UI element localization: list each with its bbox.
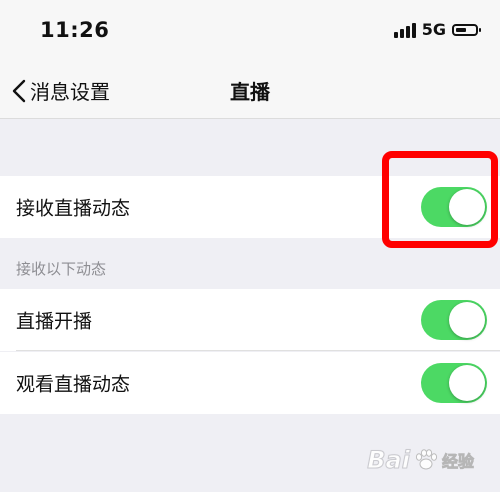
paw-icon: [415, 449, 438, 470]
header-area: 11:26 5G 直播 消息设置: [0, 0, 500, 119]
back-label: 消息设置: [30, 80, 110, 104]
network-type: 5G: [421, 20, 446, 39]
row-divider: [16, 350, 500, 351]
setting-row-live-start: 直播开播: [0, 289, 500, 351]
live-start-toggle[interactable]: [421, 300, 487, 340]
setting-label: 直播开播: [16, 310, 93, 333]
status-time: 11:26: [40, 18, 110, 42]
setting-label: 观看直播动态: [16, 373, 131, 396]
watermark-brand: Bai: [367, 446, 411, 475]
watch-live-toggle[interactable]: [421, 363, 487, 403]
section-header: 接收以下动态: [16, 260, 107, 278]
setting-label: 接收直播动态: [16, 197, 131, 220]
signal-icon: [393, 22, 416, 38]
watermark: Bai 经验: [367, 446, 475, 475]
back-button[interactable]: 消息设置: [12, 76, 110, 105]
battery-icon: [452, 23, 481, 36]
status-indicators: 5G: [393, 20, 481, 39]
setting-row-watch-live: 观看直播动态: [0, 352, 500, 414]
chevron-left-icon: [12, 79, 26, 103]
toggle-knob: [449, 365, 485, 401]
highlight-annotation: [382, 151, 498, 248]
toggle-knob: [449, 302, 485, 338]
watermark-sub: 经验: [441, 452, 475, 472]
